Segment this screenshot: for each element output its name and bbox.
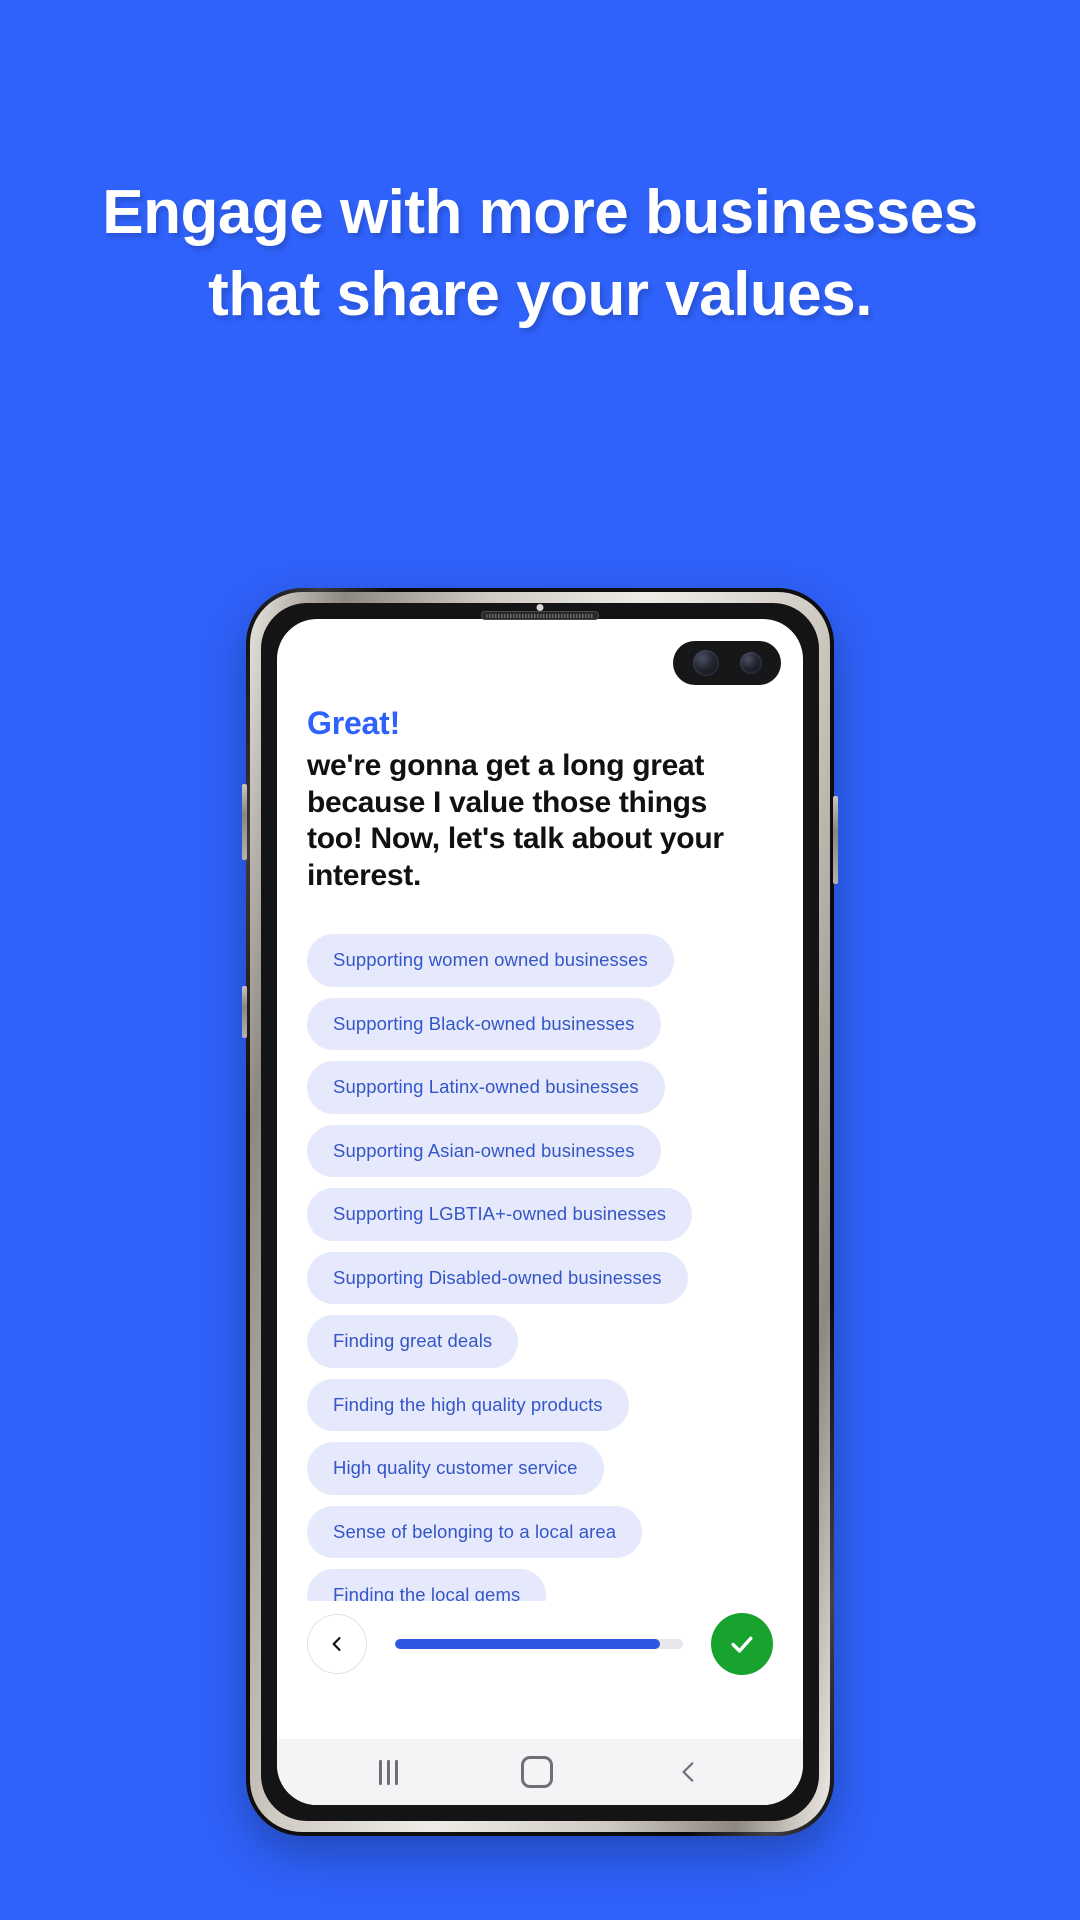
intro-paragraph: we're gonna get a long great because I v… <box>307 749 724 892</box>
android-nav-bar <box>277 1739 803 1805</box>
interest-chip[interactable]: Supporting Disabled-owned businesses <box>307 1251 688 1305</box>
interest-chip[interactable]: Supporting women owned businesses <box>307 934 674 987</box>
phone-mockup: Great! we're gonna get a long great beca… <box>242 588 838 1836</box>
phone-bezel: Great! we're gonna get a long great beca… <box>261 603 819 1821</box>
chevron-left-icon <box>332 1637 341 1651</box>
camera-lens-secondary-icon <box>739 652 762 674</box>
interest-chip[interactable]: Finding great deals <box>307 1315 519 1368</box>
camera-lens-icon <box>692 650 719 676</box>
progress-bar-fill <box>395 1639 660 1649</box>
greeting-heading: Great! <box>307 705 401 741</box>
screen-content: Great! we're gonna get a long great beca… <box>277 619 803 1745</box>
interest-chip[interactable]: High quality customer service <box>307 1442 604 1495</box>
confirm-button[interactable] <box>711 1613 773 1675</box>
phone-frame: Great! we're gonna get a long great beca… <box>246 588 834 1836</box>
interest-chip-list: Supporting women owned businesses Suppor… <box>307 934 773 1622</box>
dual-camera-punch-hole-icon <box>673 641 781 685</box>
power-button[interactable] <box>833 796 838 884</box>
interest-chip[interactable]: Supporting Asian-owned businesses <box>307 1124 661 1178</box>
page-title: Engage with more businesses that share y… <box>102 178 978 330</box>
earpiece-speaker-icon <box>481 611 599 620</box>
interest-chip[interactable]: Supporting Black-owned businesses <box>307 997 661 1051</box>
home-square-icon[interactable] <box>520 1756 553 1788</box>
back-chevron-icon[interactable] <box>676 1759 702 1785</box>
phone-screen: Great! we're gonna get a long great beca… <box>277 619 803 1805</box>
volume-down-button[interactable] <box>242 986 247 1038</box>
interest-chip[interactable]: Finding the high quality products <box>307 1378 629 1432</box>
check-icon <box>731 1636 753 1653</box>
interest-chip[interactable]: Sense of belonging to a local area <box>307 1505 643 1559</box>
interest-chip[interactable]: Supporting Latinx-owned businesses <box>307 1061 665 1114</box>
proximity-sensor-icon <box>536 604 544 611</box>
back-button[interactable] <box>307 1614 367 1674</box>
wizard-bottom-bar <box>277 1601 803 1687</box>
interest-chip[interactable]: Supporting LGBTIA+-owned businesses <box>307 1188 693 1241</box>
volume-up-button[interactable] <box>242 784 247 860</box>
recent-apps-icon[interactable] <box>378 1759 398 1785</box>
progress-bar[interactable] <box>395 1639 683 1649</box>
phone-metal-rim: Great! we're gonna get a long great beca… <box>250 592 830 1832</box>
